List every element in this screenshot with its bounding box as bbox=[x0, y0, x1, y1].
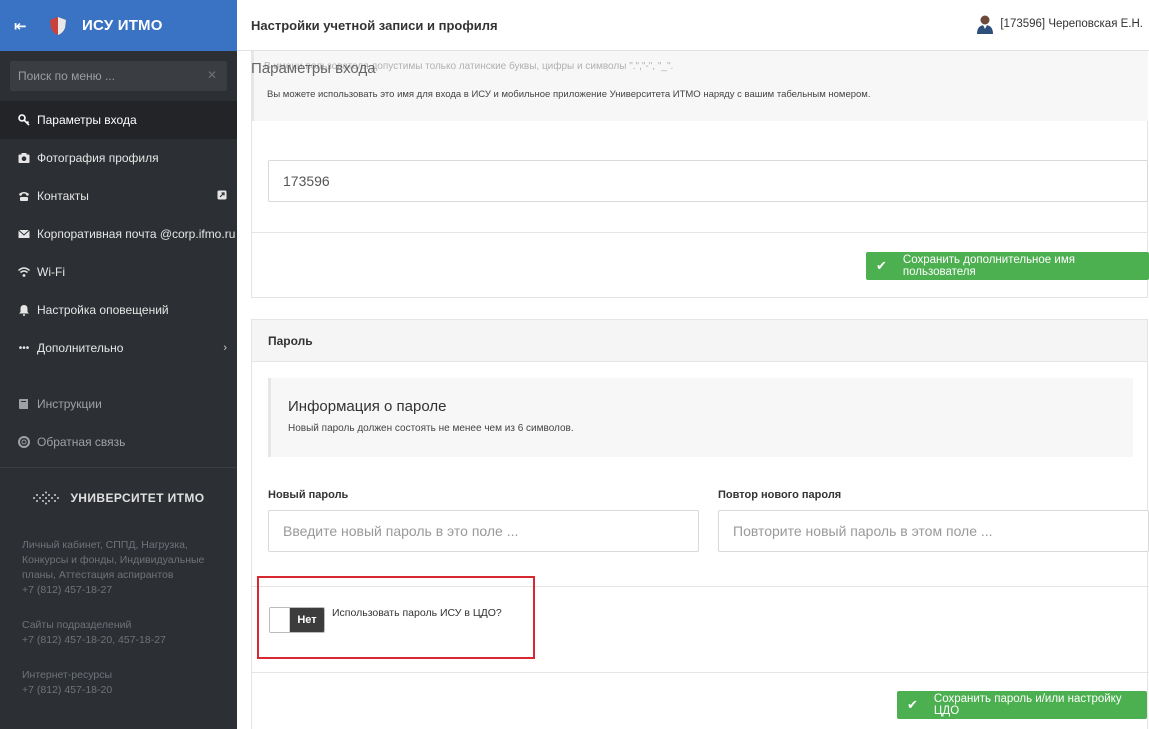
footer-phone: +7 (812) 457-18-27 bbox=[22, 584, 113, 596]
footer-line: Личный кабинет, СППД, Нагрузка, bbox=[22, 539, 188, 551]
extra-username-input[interactable]: 173596 bbox=[268, 160, 1148, 202]
login-info-text: Вы можете использовать это имя для входа… bbox=[267, 89, 871, 100]
sidebar-item-profile-photo[interactable]: Фотография профиля bbox=[0, 139, 237, 177]
footer-line: Сайты подразделений bbox=[22, 619, 132, 631]
footer-sites-info: Сайты подразделений +7 (812) 457-18-20, … bbox=[0, 606, 237, 656]
repeat-password-input[interactable] bbox=[718, 510, 1149, 552]
footer-internet-info: Интернет-ресурсы +7 (812) 457-18-20 bbox=[0, 656, 237, 706]
password-info-title: Информация о пароле bbox=[288, 398, 447, 415]
sidebar-item-label: Дополнительно bbox=[37, 341, 124, 355]
sidebar-item-label: Контакты bbox=[37, 189, 89, 203]
sidebar-item-login-params[interactable]: Параметры входа bbox=[0, 101, 237, 139]
university-logo: УНИВЕРСИТЕТ ИТМО bbox=[0, 468, 237, 528]
password-info-text: Новый пароль должен состоять не менее че… bbox=[288, 423, 574, 434]
user-menu[interactable]: [173596] Череповская Е.Н. bbox=[976, 14, 1143, 34]
footer-line: Конкурсы и фонды, Индивидуальные bbox=[22, 554, 205, 566]
top-header: Настройки учетной записи и профиля [1735… bbox=[237, 0, 1149, 51]
save-password-button[interactable]: ✔ Сохранить пароль и/или настройку ЦДО bbox=[897, 691, 1147, 719]
menu-search: ✕ bbox=[10, 61, 227, 91]
lifebuoy-icon bbox=[17, 435, 31, 449]
footer-line: Интернет-ресурсы bbox=[22, 669, 113, 681]
camera-icon bbox=[17, 151, 31, 165]
user-avatar-icon bbox=[977, 15, 994, 34]
footer-line: планы, Аттестация аспирантов bbox=[22, 569, 174, 581]
itmo-shield-icon bbox=[50, 16, 66, 35]
sidebar: ⇤ ИСУ ИТМО ✕ Параметры входа Фотография … bbox=[0, 0, 237, 729]
sidebar-item-notifications[interactable]: Настройка оповещений bbox=[0, 291, 237, 329]
itmo-dots-icon bbox=[33, 491, 60, 505]
footer-phone: +7 (812) 457-18-20, 457-18-27 bbox=[22, 634, 166, 646]
highlight-annotation-box bbox=[257, 576, 535, 659]
sidebar-item-label: Wi-Fi bbox=[37, 265, 65, 279]
sidebar-item-label: Инструкции bbox=[37, 397, 102, 411]
section-title-login: Параметры входа bbox=[251, 60, 376, 77]
button-label: Сохранить пароль и/или настройку ЦДО bbox=[933, 693, 1122, 717]
new-password-label: Новый пароль bbox=[268, 489, 349, 501]
footer-phone: +7 (812) 457-18-20 bbox=[22, 684, 113, 696]
sidebar-menu: Параметры входа Фотография профиля Конта… bbox=[0, 101, 237, 461]
check-icon: ✔ bbox=[907, 697, 918, 712]
sidebar-item-label: Корпоративная почта @corp.ifmo.ru bbox=[37, 227, 236, 241]
password-card-header: Пароль bbox=[252, 320, 1147, 362]
menu-spacer bbox=[0, 367, 237, 385]
sidebar-item-label: Фотография профиля bbox=[37, 151, 159, 165]
sidebar-item-instructions[interactable]: Инструкции bbox=[0, 385, 237, 423]
sidebar-item-corp-mail[interactable]: Корпоративная почта @corp.ifmo.ru bbox=[0, 215, 237, 253]
menu-search-input[interactable] bbox=[10, 61, 227, 91]
page-title: Настройки учетной записи и профиля bbox=[251, 17, 498, 33]
button-label: Сохранить дополнительное имя пользовател… bbox=[902, 254, 1075, 278]
brand-bar: ⇤ ИСУ ИТМО bbox=[0, 0, 237, 51]
wifi-icon bbox=[17, 265, 31, 279]
external-link-icon bbox=[217, 190, 227, 203]
sidebar-item-contacts[interactable]: Контакты bbox=[0, 177, 237, 215]
footer-support-info: Личный кабинет, СППД, Нагрузка, Конкурсы… bbox=[0, 528, 237, 606]
sidebar-item-feedback[interactable]: Обратная связь bbox=[0, 423, 237, 461]
password-card: Пароль Информация о пароле Новый пароль … bbox=[251, 319, 1149, 729]
divider bbox=[251, 232, 1148, 233]
divider bbox=[252, 672, 1149, 673]
sidebar-item-label: Параметры входа bbox=[37, 113, 137, 127]
collapse-menu-icon[interactable]: ⇤ bbox=[14, 17, 40, 35]
sidebar-item-label: Настройка оповещений bbox=[37, 303, 169, 317]
username-value: 173596 bbox=[283, 173, 330, 189]
envelope-icon bbox=[17, 227, 31, 241]
ellipsis-icon: ••• bbox=[18, 342, 30, 354]
phone-icon bbox=[17, 189, 31, 203]
app-title[interactable]: ИСУ ИТМО bbox=[82, 17, 163, 34]
key-icon bbox=[17, 113, 31, 127]
chevron-right-icon: › bbox=[223, 342, 227, 354]
password-info-box: Информация о пароле Новый пароль должен … bbox=[268, 378, 1133, 457]
clear-search-icon[interactable]: ✕ bbox=[207, 68, 217, 82]
check-icon: ✔ bbox=[876, 258, 887, 273]
new-password-input[interactable] bbox=[268, 510, 699, 552]
repeat-password-label: Повтор нового пароля bbox=[718, 489, 842, 501]
university-name: УНИВЕРСИТЕТ ИТМО bbox=[70, 491, 205, 505]
user-name: [173596] Череповская Е.Н. bbox=[1000, 18, 1143, 30]
book-icon bbox=[17, 397, 31, 411]
bell-icon bbox=[17, 303, 31, 317]
save-username-button[interactable]: ✔ Сохранить дополнительное имя пользоват… bbox=[866, 252, 1149, 280]
sidebar-item-label: Обратная связь bbox=[37, 435, 126, 449]
sidebar-item-more[interactable]: ••• Дополнительно › bbox=[0, 329, 237, 367]
sidebar-item-wifi[interactable]: Wi-Fi bbox=[0, 253, 237, 291]
